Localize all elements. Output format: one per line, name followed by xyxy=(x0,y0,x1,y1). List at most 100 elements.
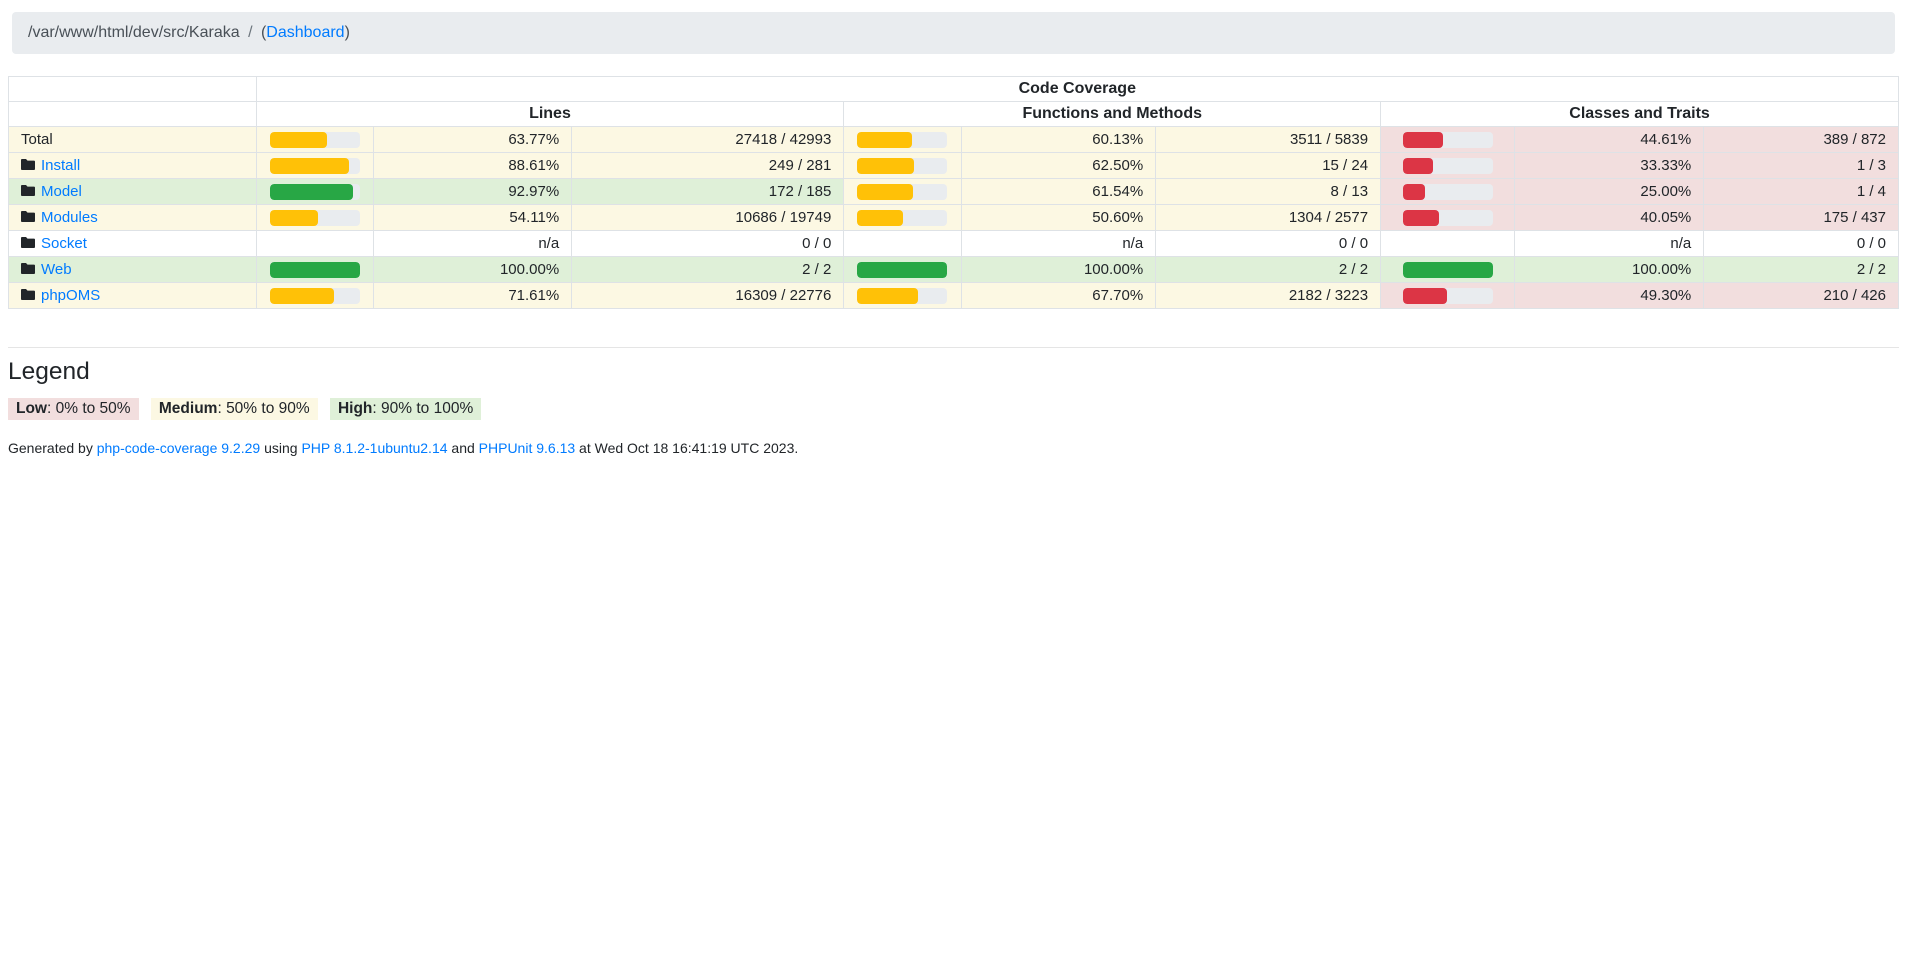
classes-count: 2 / 2 xyxy=(1704,257,1899,283)
functions-percent: 62.50% xyxy=(961,153,1156,179)
phpunit-link[interactable]: PHPUnit 9.6.13 xyxy=(479,440,576,456)
generated-suffix: at Wed Oct 18 16:41:19 UTC 2023. xyxy=(575,440,798,456)
directory-link[interactable]: phpOMS xyxy=(41,287,100,304)
breadcrumb-separator: / xyxy=(244,24,256,41)
classes-progress-bar xyxy=(1403,158,1433,174)
page: /var/www/html/dev/src/Karaka / (Dashboar… xyxy=(0,0,1907,464)
functions-percent: 60.13% xyxy=(961,127,1156,153)
functions-count: 0 / 0 xyxy=(1156,231,1381,257)
lines-percent: 71.61% xyxy=(373,283,571,309)
table-row: Web100.00%2 / 2100.00%2 / 2100.00%2 / 2 xyxy=(9,257,1899,283)
functions-count: 15 / 24 xyxy=(1156,153,1381,179)
folder-icon xyxy=(21,288,35,301)
php-code-coverage-link[interactable]: php-code-coverage 9.2.29 xyxy=(97,440,260,456)
classes-progress-track xyxy=(1403,184,1493,200)
legend: Low: 0% to 50% Medium: 50% to 90% High: … xyxy=(8,398,1899,420)
classes-count: 175 / 437 xyxy=(1704,205,1899,231)
folder-icon xyxy=(21,210,35,223)
functions-progress-bar xyxy=(857,132,911,148)
lines-progress-bar xyxy=(270,210,319,226)
classes-percent: 33.33% xyxy=(1515,153,1704,179)
functions-progress-track xyxy=(857,288,947,304)
functions-progress-bar xyxy=(857,288,918,304)
lines-progress-bar xyxy=(270,288,334,304)
paren-close: ) xyxy=(345,24,350,41)
table-row: Model92.97%172 / 18561.54%8 / 1325.00%1 … xyxy=(9,179,1899,205)
functions-progress-track xyxy=(857,184,947,200)
generated-by: Generated by php-code-coverage 9.2.29 us… xyxy=(8,440,1899,456)
table-row: Modules54.11%10686 / 1974950.60%1304 / 2… xyxy=(9,205,1899,231)
classes-percent: 40.05% xyxy=(1515,205,1704,231)
classes-count: 0 / 0 xyxy=(1704,231,1899,257)
dashboard-link[interactable]: Dashboard xyxy=(266,24,344,41)
lines-bar-cell xyxy=(256,283,373,309)
functions-count: 3511 / 5839 xyxy=(1156,127,1381,153)
classes-percent: 25.00% xyxy=(1515,179,1704,205)
functions-progress-bar xyxy=(857,184,912,200)
folder-icon xyxy=(21,262,35,275)
legend-low: Low: 0% to 50% xyxy=(8,398,139,420)
classes-count: 389 / 872 xyxy=(1704,127,1899,153)
functions-count: 1304 / 2577 xyxy=(1156,205,1381,231)
functions-progress-track xyxy=(857,262,947,278)
functions-bar-cell xyxy=(844,153,961,179)
table-row: phpOMS71.61%16309 / 2277667.70%2182 / 32… xyxy=(9,283,1899,309)
legend-high-label: High xyxy=(338,400,372,417)
legend-high: High: 90% to 100% xyxy=(330,398,481,420)
column-group-functions: Functions and Methods xyxy=(844,102,1381,127)
coverage-table: Code Coverage Lines Functions and Method… xyxy=(8,76,1899,309)
lines-progress-track xyxy=(270,158,360,174)
generated-mid2: and xyxy=(448,440,479,456)
classes-progress-track xyxy=(1403,288,1493,304)
lines-bar-cell xyxy=(256,257,373,283)
directory-link[interactable]: Web xyxy=(41,261,72,278)
lines-progress-bar xyxy=(270,158,350,174)
breadcrumb-path: /var/www/html/dev/src/Karaka xyxy=(28,24,240,41)
table-title: Code Coverage xyxy=(256,77,1898,102)
functions-percent: n/a xyxy=(961,231,1156,257)
item-name-cell: Install xyxy=(9,153,257,179)
functions-progress-track xyxy=(857,158,947,174)
lines-count: 2 / 2 xyxy=(572,257,844,283)
item-name: Total xyxy=(21,131,53,148)
lines-count: 16309 / 22776 xyxy=(572,283,844,309)
classes-bar-cell xyxy=(1381,127,1515,153)
lines-progress-bar xyxy=(270,184,354,200)
table-row: Socketn/a0 / 0n/a0 / 0n/a0 / 0 xyxy=(9,231,1899,257)
lines-percent: n/a xyxy=(373,231,571,257)
directory-link[interactable]: Socket xyxy=(41,235,87,252)
lines-bar-cell xyxy=(256,205,373,231)
lines-progress-track xyxy=(270,262,360,278)
lines-progress-bar xyxy=(270,262,360,278)
folder-icon xyxy=(21,184,35,197)
breadcrumb: /var/www/html/dev/src/Karaka / (Dashboar… xyxy=(12,12,1895,54)
lines-bar-cell xyxy=(256,231,373,257)
classes-bar-cell xyxy=(1381,283,1515,309)
item-name-cell: Socket xyxy=(9,231,257,257)
lines-percent: 92.97% xyxy=(373,179,571,205)
directory-link[interactable]: Model xyxy=(41,183,82,200)
divider xyxy=(8,347,1899,348)
lines-progress-track xyxy=(270,288,360,304)
report-footer: Legend Low: 0% to 50% Medium: 50% to 90%… xyxy=(8,347,1899,456)
lines-percent: 88.61% xyxy=(373,153,571,179)
empty-header-cell xyxy=(9,102,257,127)
functions-bar-cell xyxy=(844,127,961,153)
table-row: Total63.77%27418 / 4299360.13%3511 / 583… xyxy=(9,127,1899,153)
classes-progress-bar xyxy=(1403,210,1439,226)
lines-progress-track xyxy=(270,184,360,200)
breadcrumb-active: (Dashboard) xyxy=(261,24,350,41)
classes-bar-cell xyxy=(1381,179,1515,205)
column-group-row: Lines Functions and Methods Classes and … xyxy=(9,102,1899,127)
functions-progress-track xyxy=(857,210,947,226)
php-link[interactable]: PHP 8.1.2-1ubuntu2.14 xyxy=(301,440,447,456)
functions-bar-cell xyxy=(844,231,961,257)
classes-progress-bar xyxy=(1403,184,1426,200)
classes-bar-cell xyxy=(1381,257,1515,283)
directory-link[interactable]: Install xyxy=(41,157,80,174)
lines-percent: 100.00% xyxy=(373,257,571,283)
functions-bar-cell xyxy=(844,205,961,231)
classes-percent: n/a xyxy=(1515,231,1704,257)
directory-link[interactable]: Modules xyxy=(41,209,98,226)
legend-low-range: : 0% to 50% xyxy=(47,400,131,417)
